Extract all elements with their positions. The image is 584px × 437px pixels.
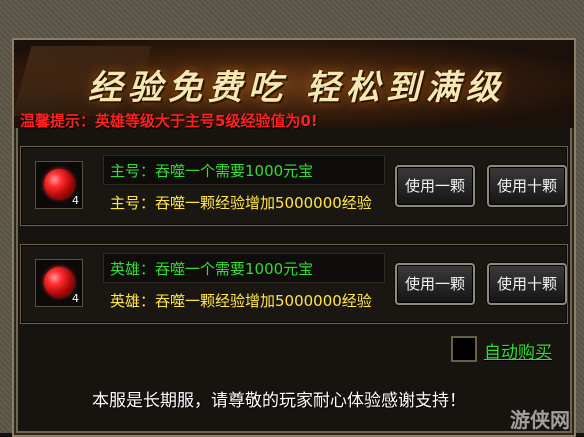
- main-char-panel: 4 主号：吞噬一个需要1000元宝 主号：吞噬一颗经验增加5000000经验 使…: [20, 146, 568, 226]
- exp-panel: 经验免费吃 轻松到满级 温馨提示：英雄等级大于主号5级经验值为0! 4 主号：吞…: [12, 38, 576, 437]
- exp-orb-icon: [44, 169, 74, 199]
- cost-line: 英雄：吞噬一个需要1000元宝: [103, 253, 385, 283]
- use-ten-button[interactable]: 使用十颗: [487, 165, 567, 207]
- gain-text: 主号：吞噬一颗经验增加5000000经验: [110, 194, 372, 212]
- window-frame: 经验免费吃 轻松到满级 温馨提示：英雄等级大于主号5级经验值为0! 4 主号：吞…: [0, 0, 584, 437]
- hero-panel: 4 英雄：吞噬一个需要1000元宝 英雄：吞噬一颗经验增加5000000经验 使…: [20, 244, 568, 324]
- gain-text: 英雄：吞噬一颗经验增加5000000经验: [110, 292, 372, 310]
- cost-text: 英雄：吞噬一个需要1000元宝: [110, 260, 314, 278]
- auto-buy-checkbox[interactable]: [451, 336, 477, 362]
- exp-orb-icon: [44, 267, 74, 297]
- item-count: 4: [72, 292, 79, 305]
- site-watermark: 游侠网: [510, 408, 570, 432]
- use-one-button[interactable]: 使用一颗: [395, 263, 475, 305]
- footer-notice: 本服是长期服，请尊敬的玩家耐心体验感谢支持！: [92, 391, 466, 411]
- use-one-button[interactable]: 使用一颗: [395, 165, 475, 207]
- item-count: 4: [72, 194, 79, 207]
- gain-line: 英雄：吞噬一颗经验增加5000000经验: [103, 285, 385, 315]
- item-slot[interactable]: 4: [35, 259, 83, 307]
- cost-text: 主号：吞噬一个需要1000元宝: [110, 162, 314, 180]
- banner-title: 经验免费吃 轻松到满级: [88, 68, 506, 108]
- item-slot[interactable]: 4: [35, 161, 83, 209]
- auto-buy-label[interactable]: 自动购买: [484, 338, 552, 363]
- tip-text: 温馨提示：英雄等级大于主号5级经验值为0!: [20, 112, 318, 130]
- gain-line: 主号：吞噬一颗经验增加5000000经验: [103, 187, 385, 217]
- use-ten-button[interactable]: 使用十颗: [487, 263, 567, 305]
- cost-line: 主号：吞噬一个需要1000元宝: [103, 155, 385, 185]
- title-banner: 经验免费吃 轻松到满级 温馨提示：英雄等级大于主号5级经验值为0!: [14, 40, 574, 130]
